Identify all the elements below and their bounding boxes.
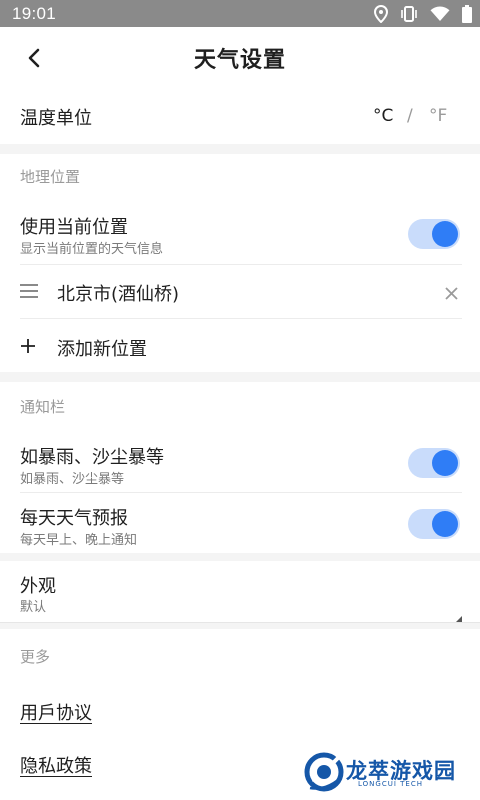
user-agreement-link[interactable]: 用戶协议	[20, 699, 92, 725]
more-section-title: 更多	[20, 648, 51, 666]
watermark-logo: 龙萃游戏园 LONGCUI TECH	[302, 748, 472, 796]
use-current-location-toggle[interactable]	[408, 219, 460, 249]
status-bar: 19:01	[0, 0, 480, 27]
drag-handle-icon[interactable]	[20, 283, 38, 303]
remove-location-icon[interactable]	[445, 285, 458, 304]
storm-alert-toggle[interactable]	[408, 448, 460, 478]
logo-emblem-icon	[304, 752, 344, 792]
use-current-location-label: 使用当前位置	[20, 217, 128, 238]
status-icons	[374, 5, 472, 23]
celsius-option[interactable]: °C	[373, 106, 393, 126]
appearance-value: 默认	[20, 600, 47, 615]
appearance-row[interactable]: 外观 默认	[0, 561, 480, 623]
watermark-subtext: LONGCUI TECH	[358, 780, 423, 788]
temperature-unit-label: 温度单位	[20, 108, 92, 129]
add-location-row[interactable]: 添加新位置	[0, 320, 480, 372]
row-divider	[20, 492, 462, 493]
daily-forecast-toggle[interactable]	[408, 509, 460, 539]
section-divider	[0, 144, 480, 154]
toggle-knob	[432, 511, 458, 537]
fahrenheit-option[interactable]: °F	[429, 106, 447, 126]
saved-location-row[interactable]: 北京市(酒仙桥)	[0, 265, 480, 318]
toggle-knob	[432, 221, 458, 247]
page-title: 天气设置	[193, 48, 286, 73]
appearance-label: 外观	[20, 576, 56, 597]
battery-icon	[462, 5, 472, 23]
location-icon	[374, 5, 388, 23]
status-time: 19:01	[12, 4, 57, 23]
app-bar: 天气设置	[0, 27, 480, 89]
daily-forecast-row[interactable]: 每天天气预报 每天早上、晚上通知	[0, 495, 480, 552]
use-current-location-row[interactable]: 使用当前位置 显示当前位置的天气信息	[0, 205, 480, 263]
temperature-unit-row: 温度单位 °C / °F	[0, 89, 480, 144]
daily-forecast-label: 每天天气预报	[20, 508, 128, 529]
notification-section-title: 通知栏	[20, 398, 66, 416]
privacy-policy-link[interactable]: 隐私政策	[20, 752, 92, 778]
use-current-location-desc: 显示当前位置的天气信息	[20, 242, 164, 257]
storm-alert-row[interactable]: 如暴雨、沙尘暴等 如暴雨、沙尘暴等	[0, 435, 480, 492]
plus-icon	[21, 338, 35, 357]
vibrate-icon	[400, 6, 418, 22]
wifi-icon	[430, 6, 450, 22]
section-divider	[0, 623, 480, 629]
daily-forecast-desc: 每天早上、晚上通知	[20, 533, 138, 548]
unit-separator: /	[407, 106, 413, 126]
saved-location-name: 北京市(酒仙桥)	[57, 284, 180, 305]
row-divider	[20, 318, 462, 319]
storm-alert-label: 如暴雨、沙尘暴等	[20, 447, 164, 468]
storm-alert-desc: 如暴雨、沙尘暴等	[20, 472, 125, 487]
add-location-label: 添加新位置	[57, 339, 147, 360]
section-divider	[0, 372, 480, 382]
location-section-title: 地理位置	[20, 168, 81, 186]
toggle-knob	[432, 450, 458, 476]
section-divider	[0, 553, 480, 561]
